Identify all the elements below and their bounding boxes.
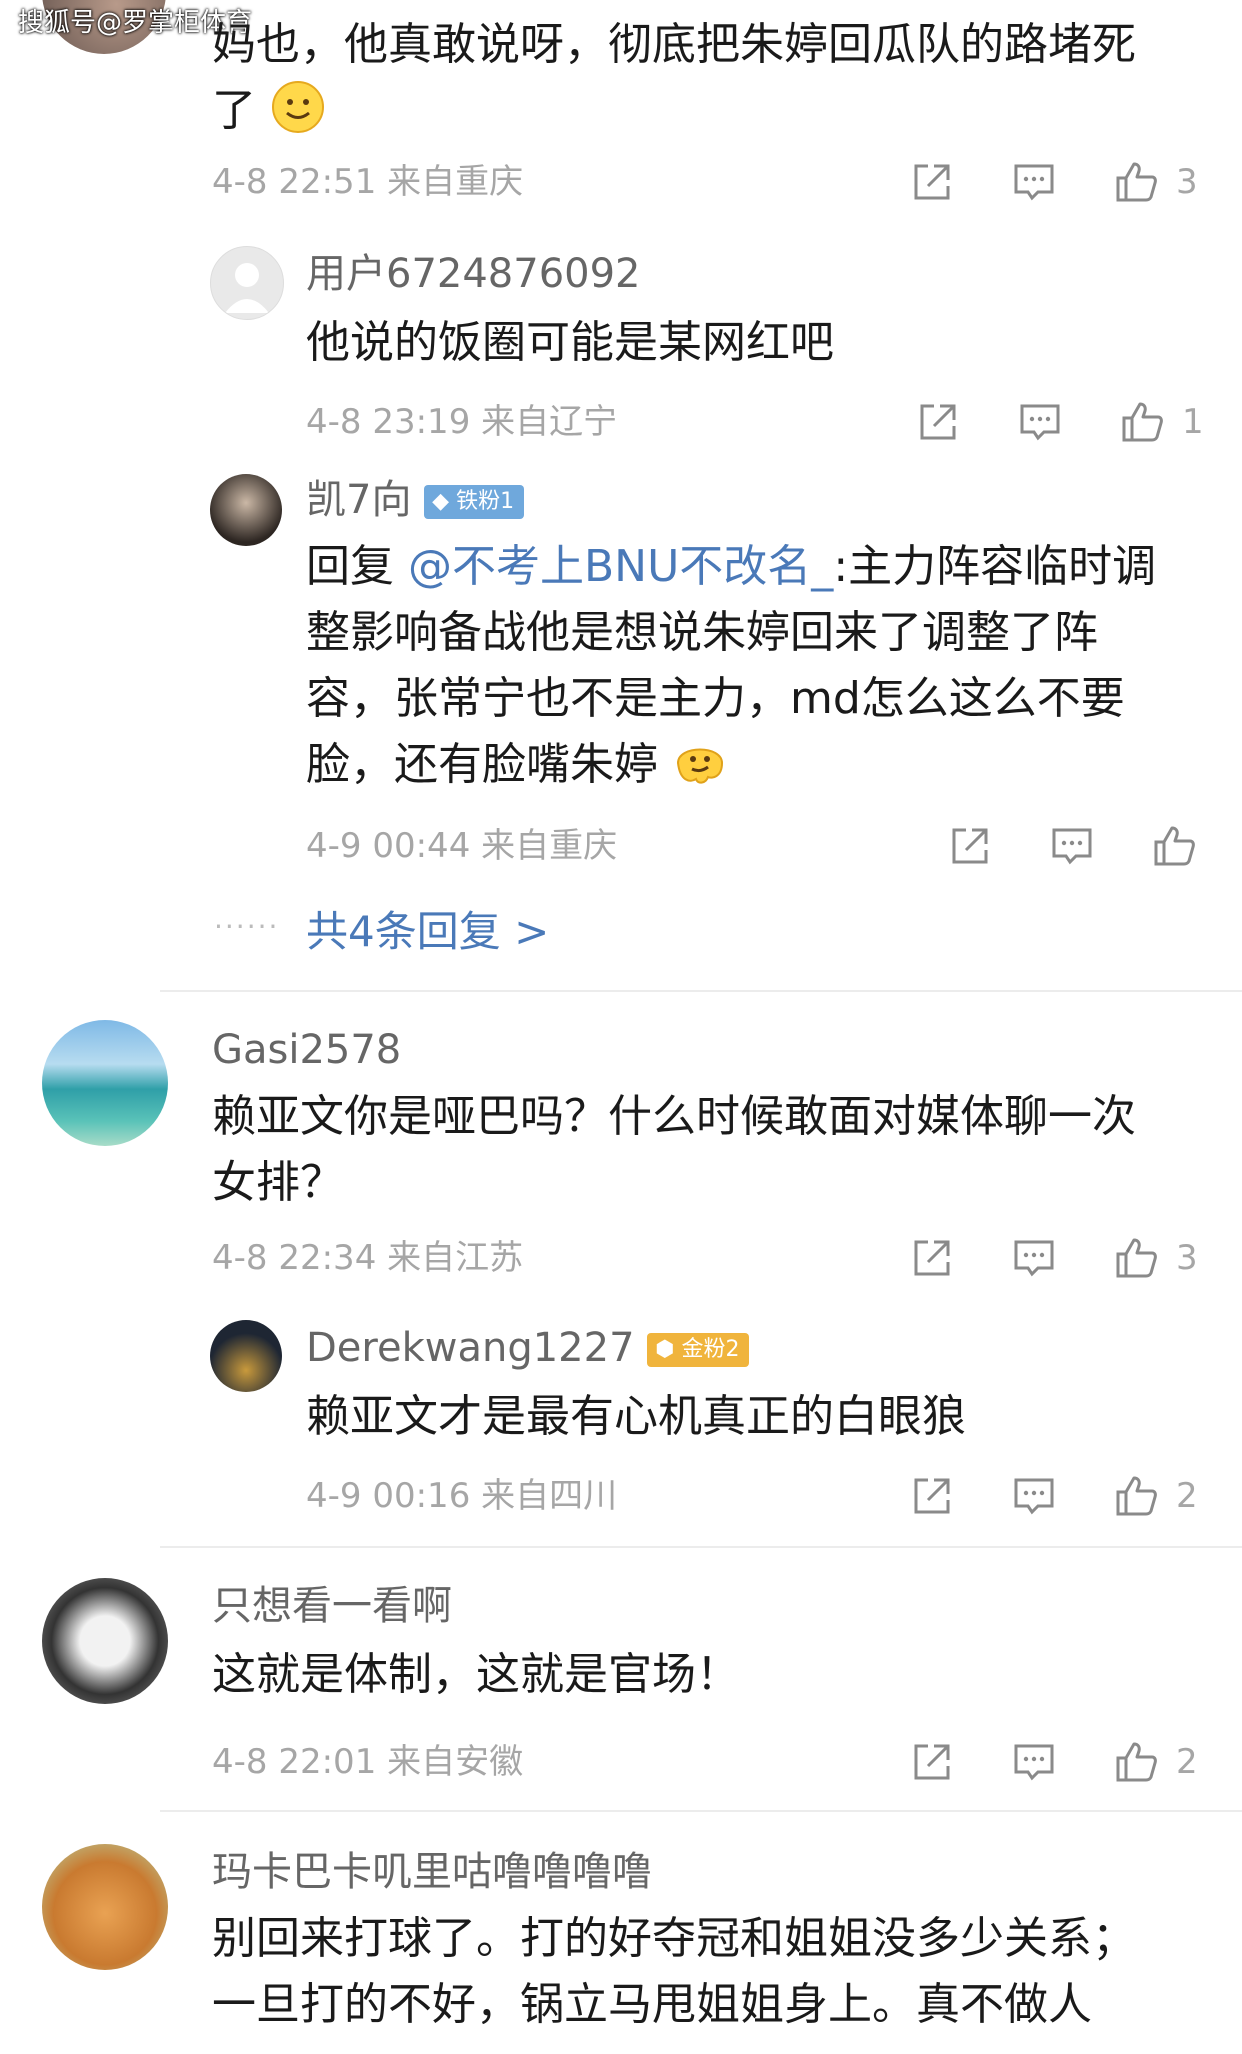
reply-prefix: 回复 [306,541,408,592]
comment-meta: 4-8 22:01 来自安徽 [212,1740,523,1784]
like-count: 3 [1176,1238,1198,1278]
reply-username-row: Derekwang1227 ⬢ 金粉2 [306,1322,750,1374]
comment-meta: 4-8 22:34 来自江苏 [212,1236,523,1280]
comment-icon[interactable] [1010,1472,1058,1520]
fan-badge: ◆ 铁粉1 [424,485,525,519]
reply-location: 来自重庆 [481,826,618,866]
comment-text-line: 女排？ [212,1157,344,1208]
avatar[interactable] [42,1844,168,1970]
reply-location: 来自辽宁 [481,402,618,442]
melting-face-emoji-icon [676,748,724,784]
comment-time: 4-8 22:51 [212,162,377,202]
reply-username[interactable]: 用户6724876092 [306,248,641,300]
like-icon[interactable] [1118,398,1166,446]
share-icon[interactable] [914,398,962,446]
avatar[interactable] [42,1020,168,1146]
comment-icon[interactable] [1048,822,1096,870]
comment-text-line: 妈也，他真敢说呀，彻底把朱婷回瓜队的路堵死 [212,19,1136,70]
reply-text-rest: :主力阵容临时调 [833,541,1157,592]
comment-text-line: 赖亚文你是哑巴吗？什么时候敢面对媒体聊一次 [212,1091,1136,1142]
comment-icon[interactable] [1010,1738,1058,1786]
comment-location: 来自江苏 [387,1238,524,1278]
comment-time: 4-8 22:34 [212,1238,377,1278]
like-icon[interactable] [1112,1472,1160,1520]
reply-meta: 4-8 23:19 来自辽宁 [306,400,617,444]
comment-text-end: 了 [212,85,256,136]
reply-location: 来自四川 [481,1476,618,1516]
comment-text-line: 别回来打球了。打的好夺冠和姐姐没多少关系； [212,1913,1136,1964]
divider [160,1810,1242,1812]
comment-icon[interactable] [1010,158,1058,206]
reply-text: 赖亚文才是最有心机真正的白眼狼 [306,1391,966,1442]
like-count: 3 [1176,162,1198,202]
avatar[interactable] [210,1320,282,1392]
reply-text-end: 脸，还有脸嘴朱婷 [306,739,658,790]
like-icon[interactable] [1112,158,1160,206]
share-icon[interactable] [946,822,994,870]
dots-icon: ······ [214,910,280,943]
comment-username[interactable]: Gasi2578 [212,1024,401,1076]
reply-text-line: 整影响备战他是想说朱婷回来了调整了阵 [306,607,1098,658]
comment-username[interactable]: 玛卡巴卡叽里咕噜噜噜噜 [212,1846,652,1898]
comment-text-line: 了 [212,78,326,144]
hexagon-icon: ⬢ [655,1337,675,1362]
more-replies-link[interactable]: 共4条回复 > [306,904,549,960]
divider [160,990,1242,992]
reply-text-line: 回复 @不考上BNU不改名_:主力阵容临时调 [306,534,1156,600]
reply-time: 4-9 00:16 [306,1476,471,1516]
reply-time: 4-8 23:19 [306,402,471,442]
comment-location: 来自重庆 [387,162,524,202]
reply-text: 他说的饭圈可能是某网红吧 [306,317,834,368]
avatar[interactable] [42,1578,168,1704]
share-icon[interactable] [908,1472,956,1520]
reply-meta: 4-9 00:16 来自四川 [306,1474,617,1518]
diamond-icon: ◆ [432,489,450,514]
reply-username[interactable]: Derekwang1227 [306,1325,635,1371]
like-icon[interactable] [1112,1738,1160,1786]
badge-label: 金粉2 [681,1337,740,1362]
comment-text-line: 一旦打的不好，锅立马甩姐姐身上。真不做人 [212,1979,1092,2030]
comment-icon[interactable] [1010,1234,1058,1282]
comment-location: 来自安徽 [387,1742,524,1782]
comment-meta: 4-8 22:51 来自重庆 [212,160,523,204]
avatar[interactable] [210,474,282,546]
like-count: 2 [1176,1476,1198,1516]
reply-meta: 4-9 00:44 来自重庆 [306,824,617,868]
comment-username[interactable]: 只想看一看啊 [212,1580,452,1632]
reply-text-line: 容，张常宁也不是主力，md怎么这么不要 [306,673,1125,724]
divider [160,1546,1242,1548]
comment-icon[interactable] [1016,398,1064,446]
share-icon[interactable] [908,158,956,206]
avatar[interactable] [210,246,284,320]
smile-emoji-icon [272,81,324,133]
share-icon[interactable] [908,1738,956,1786]
like-icon[interactable] [1150,822,1198,870]
reply-username-row: 凯7向 ◆ 铁粉1 [306,474,525,526]
fan-badge: ⬢ 金粉2 [647,1333,750,1367]
like-icon[interactable] [1112,1234,1160,1282]
like-count: 1 [1182,402,1204,442]
comment-text: 这就是体制，这就是官场！ [212,1649,740,1700]
comment-time: 4-8 22:01 [212,1742,377,1782]
reply-username[interactable]: 凯7向 [306,477,411,523]
reply-time: 4-9 00:44 [306,826,471,866]
default-user-icon [225,263,269,313]
share-icon[interactable] [908,1234,956,1282]
mention-link[interactable]: @不考上BNU不改名_ [408,541,833,592]
like-count: 2 [1176,1742,1198,1782]
badge-label: 铁粉1 [456,489,515,514]
reply-text-line: 脸，还有脸嘴朱婷 [306,732,728,798]
